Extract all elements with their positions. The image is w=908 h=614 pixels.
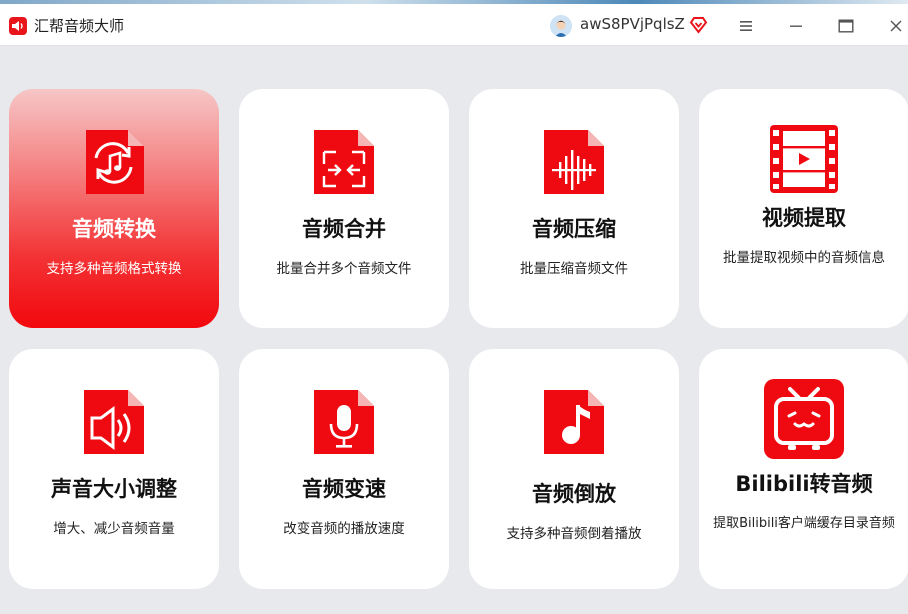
card-title: 音频倒放 <box>532 482 616 506</box>
audio-merge-icon <box>312 128 376 200</box>
card-title: 音频转换 <box>72 217 156 241</box>
card-audio-speed[interactable]: 音频变速 改变音频的播放速度 <box>239 349 449 589</box>
card-audio-convert[interactable]: 音频转换 支持多种音频格式转换 <box>9 89 219 328</box>
menu-icon[interactable] <box>731 12 761 40</box>
card-audio-reverse[interactable]: 音频倒放 支持多种音频倒着播放 <box>469 349 679 589</box>
app-title: 汇帮音频大师 <box>34 17 125 35</box>
volume-adjust-icon <box>82 388 146 460</box>
card-description: 批量合并多个音频文件 <box>276 261 412 277</box>
card-description: 改变音频的播放速度 <box>283 521 405 537</box>
vip-diamond-icon[interactable] <box>689 15 708 34</box>
card-description: 批量压缩音频文件 <box>520 261 628 277</box>
audio-convert-icon <box>82 128 146 200</box>
card-title: Bilibili转音频 <box>735 472 873 496</box>
card-title: 声音大小调整 <box>51 477 177 501</box>
card-video-extract[interactable]: 视频提取 批量提取视频中的音频信息 <box>699 89 908 328</box>
card-title: 音频压缩 <box>532 217 616 241</box>
audio-reverse-icon <box>542 388 606 460</box>
card-volume-adjust[interactable]: 声音大小调整 增大、减少音频音量 <box>9 349 219 589</box>
minimize-icon[interactable] <box>781 12 811 40</box>
video-extract-icon <box>769 124 839 198</box>
card-description: 支持多种音频倒着播放 <box>506 526 642 542</box>
card-description: 增大、减少音频音量 <box>53 521 175 537</box>
maximize-icon[interactable] <box>831 12 861 40</box>
close-icon[interactable] <box>881 12 908 40</box>
card-bilibili[interactable]: Bilibili转音频 提取Bilibili客户端缓存目录音频 <box>699 349 908 589</box>
card-title: 音频变速 <box>302 477 386 501</box>
username[interactable]: awS8PVjPqlsZ <box>580 15 685 33</box>
audio-speed-icon <box>312 388 376 460</box>
card-audio-compress[interactable]: 音频压缩 批量压缩音频文件 <box>469 89 679 328</box>
bilibili-icon <box>764 379 844 463</box>
card-title: 视频提取 <box>762 206 846 230</box>
card-description: 批量提取视频中的音频信息 <box>723 250 885 266</box>
title-bar: 汇帮音频大师 awS8PVjPqlsZ <box>0 4 908 46</box>
audio-compress-icon <box>542 128 606 200</box>
card-title: 音频合并 <box>302 217 386 241</box>
card-description: 支持多种音频格式转换 <box>46 261 182 277</box>
user-avatar[interactable] <box>550 15 572 37</box>
speaker-logo-icon <box>9 17 27 35</box>
card-description: 提取Bilibili客户端缓存目录音频 <box>713 516 895 531</box>
card-audio-merge[interactable]: 音频合并 批量合并多个音频文件 <box>239 89 449 328</box>
